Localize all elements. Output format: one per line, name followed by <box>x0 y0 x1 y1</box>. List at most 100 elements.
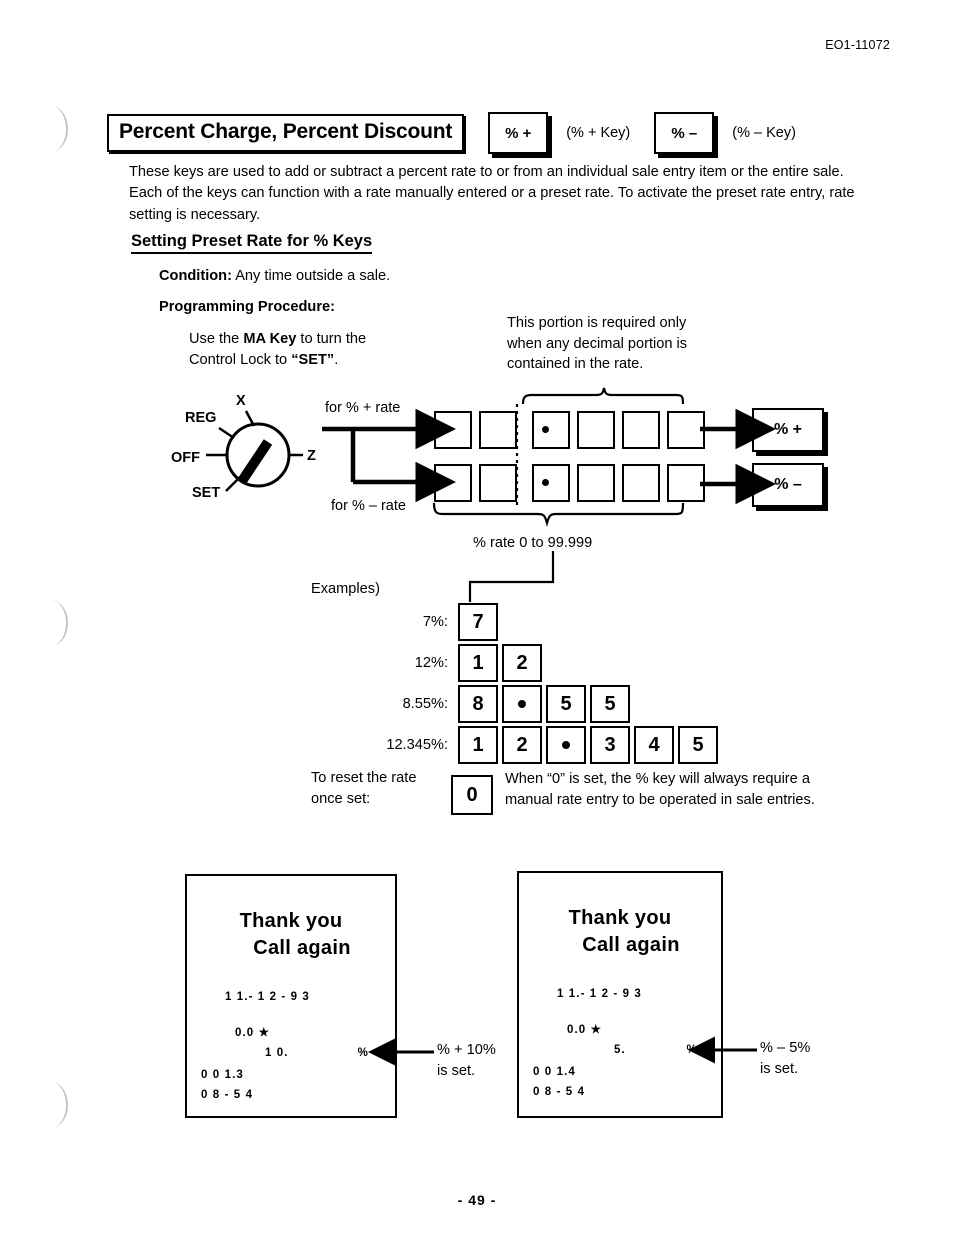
instr-part-3: Control Lock to <box>189 351 292 368</box>
example-row-4: 12.345%: 1 2 3 4 5 <box>352 726 722 764</box>
decimal-dot-icon <box>542 426 549 433</box>
annotation-line1: % + 10% <box>437 1042 496 1058</box>
set-term: “SET” <box>291 351 335 368</box>
receipt-amount-star: 0.0 ★ <box>567 1024 602 1036</box>
annotation-percent-minus: % – 5% is set. <box>760 1038 810 1079</box>
entry-box-6[interactable] <box>667 464 705 502</box>
binder-hole-mark <box>40 1082 68 1128</box>
example-key[interactable]: 8 <box>458 685 498 723</box>
example-key[interactable]: 3 <box>590 726 630 764</box>
example-key-decimal-point[interactable] <box>546 726 586 764</box>
rate-range-brace <box>432 502 685 528</box>
example-key-decimal-point[interactable] <box>502 685 542 723</box>
example-row-1: 7%: 7 <box>352 603 502 641</box>
annotation-percent-plus: % + 10% is set. <box>437 1040 496 1081</box>
receipt-date: 1 1.- 1 2 - 9 3 <box>557 988 642 1000</box>
example-row-2: 12%: 1 2 <box>352 644 546 682</box>
examples-label: Examples) <box>311 581 380 597</box>
entry-box-5[interactable] <box>622 464 660 502</box>
reset-label-line1: To reset the rate <box>311 770 417 786</box>
receipt-thanks-line1: Thank you <box>239 910 343 932</box>
example-key[interactable]: 2 <box>502 644 542 682</box>
annotation-line1: % – 5% <box>760 1040 811 1056</box>
title-row: Percent Charge, Percent Discount % + (% … <box>107 112 796 154</box>
example-key[interactable]: 4 <box>634 726 674 764</box>
receipt-footer-1: 0 0 1.4 <box>533 1066 576 1078</box>
entry-box-decimal-point[interactable] <box>532 464 570 502</box>
receipt-thanks-line2: Call again <box>253 937 351 959</box>
document-code: EO1-11072 <box>825 38 890 52</box>
reset-label-line2: once set: <box>311 790 371 807</box>
example-key[interactable]: 5 <box>546 685 586 723</box>
entry-box-1[interactable] <box>434 464 472 502</box>
example-rate-label: 12%: <box>414 655 448 671</box>
receipt-body: 1 1.- 1 2 - 9 3 0.0 ★ 5. % - 0 0 1.4 0 8… <box>519 988 721 1107</box>
percent-minus-key-glyph: % – <box>654 112 715 154</box>
entry-box-6[interactable] <box>667 411 705 449</box>
percent-plus-key-glyph: % + <box>488 112 549 154</box>
receipt-amount: 1 0. <box>265 1047 289 1059</box>
example-key[interactable]: 7 <box>458 603 498 641</box>
example-rate-label: 8.55%: <box>402 696 448 712</box>
example-rate-label: 12.345%: <box>386 737 448 753</box>
entry-box-2[interactable] <box>479 411 517 449</box>
procedure-label: Programming Procedure: <box>159 299 335 315</box>
decimal-portion-note: This portion is required only when any d… <box>507 315 688 373</box>
example-rate-label: 7%: <box>422 614 448 630</box>
intro-paragraph: These keys are used to add or subtract a… <box>129 164 855 223</box>
reset-note: When “0” is set, the % key will always r… <box>505 771 815 808</box>
receipt-amount: 5. <box>614 1044 626 1056</box>
entry-box-2[interactable] <box>479 464 517 502</box>
dial-label-reg: REG <box>185 410 217 426</box>
entry-box-1[interactable] <box>434 411 472 449</box>
control-lock-dial <box>206 410 303 492</box>
example-key[interactable]: 5 <box>678 726 718 764</box>
decimal-brace <box>521 387 685 405</box>
example-row-3: 8.55%: 8 5 5 <box>352 685 634 723</box>
branch-label-plus: for % + rate <box>325 400 401 416</box>
section-heading: Setting Preset Rate for % Keys <box>131 232 373 254</box>
manual-page: EO1-11072 Percent Charge, Percent Discou… <box>0 0 954 1239</box>
reset-key-zero[interactable]: 0 <box>451 775 493 815</box>
ma-key-term: MA Key <box>243 331 297 347</box>
example-key[interactable]: 1 <box>458 726 498 764</box>
percent-minus-key-caption: (% – Key) <box>732 125 796 141</box>
receipt-footer-2: 0 8 - 5 4 <box>533 1086 586 1098</box>
receipt-percent-symbol: % - <box>686 1044 707 1056</box>
entry-box-4[interactable] <box>577 411 615 449</box>
branch-label-minus: for % – rate <box>331 498 406 514</box>
binder-hole-mark <box>40 106 68 152</box>
result-key-percent-minus: % – <box>752 463 824 507</box>
example-key[interactable]: 1 <box>458 644 498 682</box>
instr-part-2: to turn the <box>296 331 367 347</box>
annotation-line2: is set. <box>760 1060 799 1077</box>
example-key[interactable]: 5 <box>590 685 630 723</box>
receipt-thanks: Thank you Call again <box>519 905 721 959</box>
receipt-percent-symbol: % + <box>357 1047 381 1059</box>
instr-part-4: . <box>334 351 339 368</box>
condition-line: Condition: Any time outside a sale. <box>159 268 390 284</box>
receipt-thanks-line2: Call again <box>582 934 680 956</box>
dial-label-set: SET <box>192 485 221 501</box>
receipt-footer-1: 0 0 1.3 <box>201 1069 244 1081</box>
receipt-amount-line: 5. % - <box>519 1044 721 1065</box>
dial-label-x: X <box>236 393 246 409</box>
receipt-amount-line: 1 0. % + <box>187 1047 395 1068</box>
entry-box-decimal-point[interactable] <box>532 411 570 449</box>
receipt-thanks-line1: Thank you <box>568 907 672 929</box>
entry-box-5[interactable] <box>622 411 660 449</box>
reset-key-wrap: 0 <box>451 775 497 815</box>
instr-part-1: Use the <box>189 331 244 347</box>
examples-connector <box>468 551 555 602</box>
example-key[interactable]: 2 <box>502 726 542 764</box>
entry-row-percent-plus <box>434 411 712 449</box>
reset-label: To reset the rate once set: <box>311 768 416 809</box>
entry-row-percent-minus <box>434 464 712 502</box>
receipt-percent-plus: Thank you Call again 1 1.- 1 2 - 9 3 0.0… <box>185 874 397 1118</box>
procedure-instruction: Use the MA Key to turn the Control Lock … <box>189 329 366 370</box>
receipt-amount-star: 0.0 ★ <box>235 1027 270 1039</box>
decimal-dot-icon <box>542 479 549 486</box>
receipt-body: 1 1.- 1 2 - 9 3 0.0 ★ 1 0. % + 0 0 1.3 0… <box>187 991 395 1110</box>
entry-box-4[interactable] <box>577 464 615 502</box>
percent-plus-key-caption: (% + Key) <box>566 125 631 141</box>
